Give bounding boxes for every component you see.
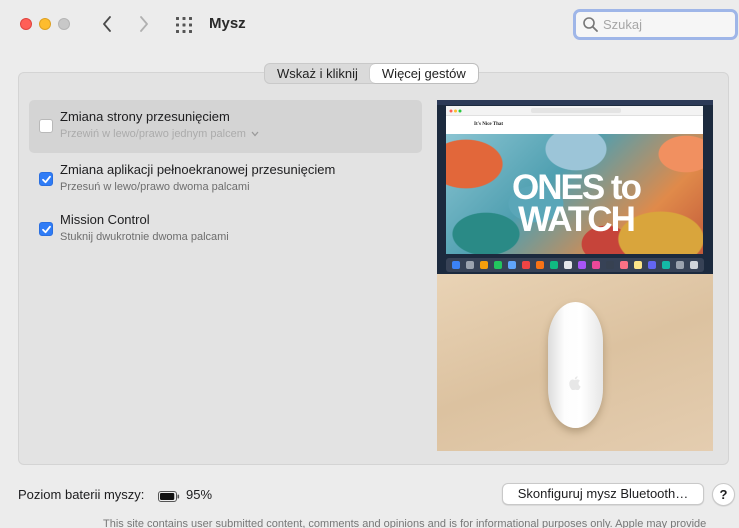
show-all-button[interactable] <box>172 13 196 37</box>
search-field[interactable] <box>573 9 738 40</box>
preview-menubar <box>437 100 713 105</box>
background-window-text: This site contains user submitted conten… <box>103 518 707 528</box>
search-input[interactable] <box>603 17 723 32</box>
close-window-button[interactable] <box>20 18 32 30</box>
gesture-list: Zmiana strony przesunięciem Przewiń w le… <box>29 100 422 253</box>
back-button[interactable] <box>95 12 119 36</box>
gesture-subtitle: Przewiń w lewo/prawo jednym palcem <box>60 128 246 140</box>
forward-button[interactable] <box>132 12 156 36</box>
gesture-title: Zmiana aplikacji pełnoekranowej przesuni… <box>60 162 336 177</box>
help-button[interactable]: ? <box>712 483 735 506</box>
setup-bluetooth-mouse-button[interactable]: Skonfiguruj mysz Bluetooth… <box>502 483 704 505</box>
chevron-left-icon <box>103 16 111 32</box>
gesture-item-mission-control[interactable]: Mission Control Stuknij dwukrotnie dwoma… <box>29 203 422 253</box>
chevron-down-icon <box>251 131 259 137</box>
gesture-subtitle: Przesuń w lewo/prawo dwoma palcami <box>60 181 250 193</box>
gesture-title: Zmiana strony przesunięciem <box>60 109 230 124</box>
tab-bar: Wskaż i kliknij Więcej gestów <box>264 63 479 84</box>
preview-browser: It's Nice That ONES to WATCH <box>446 106 703 254</box>
checkmark-icon <box>42 175 51 184</box>
chevron-right-icon <box>140 16 148 32</box>
search-icon <box>583 17 598 32</box>
preview-screen: It's Nice That ONES to WATCH <box>437 100 713 274</box>
magic-mouse-image <box>548 302 603 428</box>
preview-dock <box>446 258 704 272</box>
gesture-item-swipe-fullscreen-apps[interactable]: Zmiana aplikacji pełnoekranowej przesuni… <box>29 153 422 203</box>
battery-value: 95% <box>186 487 213 502</box>
checkmark-icon <box>42 225 51 234</box>
window-title: Mysz <box>209 15 246 32</box>
preview-desk <box>437 274 713 451</box>
tab-point-and-click[interactable]: Wskaż i kliknij <box>265 64 370 83</box>
mission-control-checkbox[interactable] <box>39 222 53 236</box>
zoom-window-button[interactable] <box>58 18 70 30</box>
gesture-subtitle: Stuknij dwukrotnie dwoma palcami <box>60 231 229 243</box>
battery-icon <box>158 489 180 507</box>
gesture-item-swipe-pages[interactable]: Zmiana strony przesunięciem Przewiń w le… <box>29 100 422 153</box>
preview-artwork: ONES to WATCH <box>446 134 703 254</box>
preview-site-logo: It's Nice That <box>474 122 504 127</box>
window-toolbar: Mysz <box>0 0 739 52</box>
traffic-lights-icon <box>449 109 462 113</box>
preview-url-bar <box>531 108 621 113</box>
gesture-option-dropdown[interactable]: Przewiń w lewo/prawo jednym palcem <box>60 127 422 142</box>
gesture-title: Mission Control <box>60 212 150 227</box>
preview-headline: ONES to WATCH <box>512 168 642 239</box>
gesture-preview-video: It's Nice That ONES to WATCH <box>437 100 713 451</box>
swipe-pages-checkbox[interactable] <box>39 119 53 133</box>
apple-logo-icon <box>569 376 581 390</box>
grid-icon <box>176 17 192 33</box>
swipe-fullscreen-apps-checkbox[interactable] <box>39 172 53 186</box>
battery-label: Poziom baterii myszy: <box>18 487 145 502</box>
minimize-window-button[interactable] <box>39 18 51 30</box>
tab-more-gestures[interactable]: Więcej gestów <box>369 64 478 83</box>
